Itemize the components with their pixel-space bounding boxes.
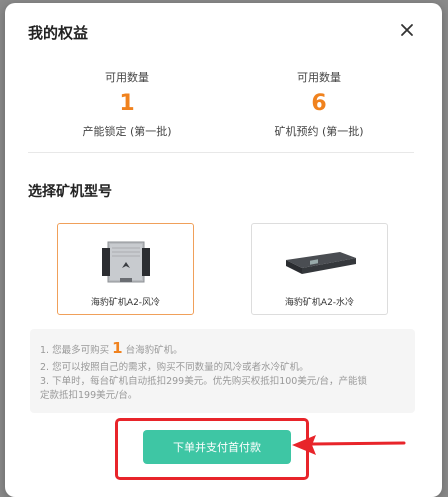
close-icon[interactable] [397,20,417,40]
stat-capacity-lock: 可用数量 1 产能锁定 (第一批) [57,69,197,139]
stat-value: 6 [311,91,327,116]
note-line-3: 3. 下单时，每台矿机自动抵扣299美元。优先购买权抵扣100美元/台，产能锁 [40,376,368,387]
annotation-arrow-icon [290,432,406,458]
air-cooled-miner-icon [58,234,193,289]
stat-value: 1 [119,91,135,116]
note-line-4: 定款抵扣199美元/台。 [40,390,138,401]
stat-label: 可用数量 [105,71,149,84]
note-line-1: 1. 您最多可购买 1 台海豹矿机。 [40,339,183,357]
model-label: 海豹矿机A2-风冷 [90,298,161,308]
stat-desc: 产能锁定 (第一批) [82,125,172,138]
divider [28,152,414,153]
water-cooled-miner-icon [252,234,387,289]
note-line-2: 2. 您可以按照自己的需求，购买不同数量的风冷或者水冷矿机。 [40,362,309,373]
note-text: 台海豹矿机。 [125,345,183,356]
model-card-air-cooled[interactable]: 海豹矿机A2-风冷 [57,223,194,315]
model-label: 海豹矿机A2-水冷 [284,298,355,308]
purchase-notes: 1. 您最多可购买 1 台海豹矿机。 2. 您可以按照自己的需求，购买不同数量的… [30,329,415,413]
stat-label: 可用数量 [297,71,341,84]
modal-title: 我的权益 [28,24,89,42]
note-text: 1. 您最多可购买 [40,345,110,356]
place-order-pay-deposit-button[interactable]: 下单并支付首付款 [143,430,291,464]
max-count: 1 [112,339,123,357]
section-title: 选择矿机型号 [28,184,112,200]
stat-desc: 矿机预约 (第一批) [274,125,364,138]
model-card-water-cooled[interactable]: 海豹矿机A2-水冷 [251,223,388,315]
stat-miner-reservation: 可用数量 6 矿机预约 (第一批) [249,69,389,139]
